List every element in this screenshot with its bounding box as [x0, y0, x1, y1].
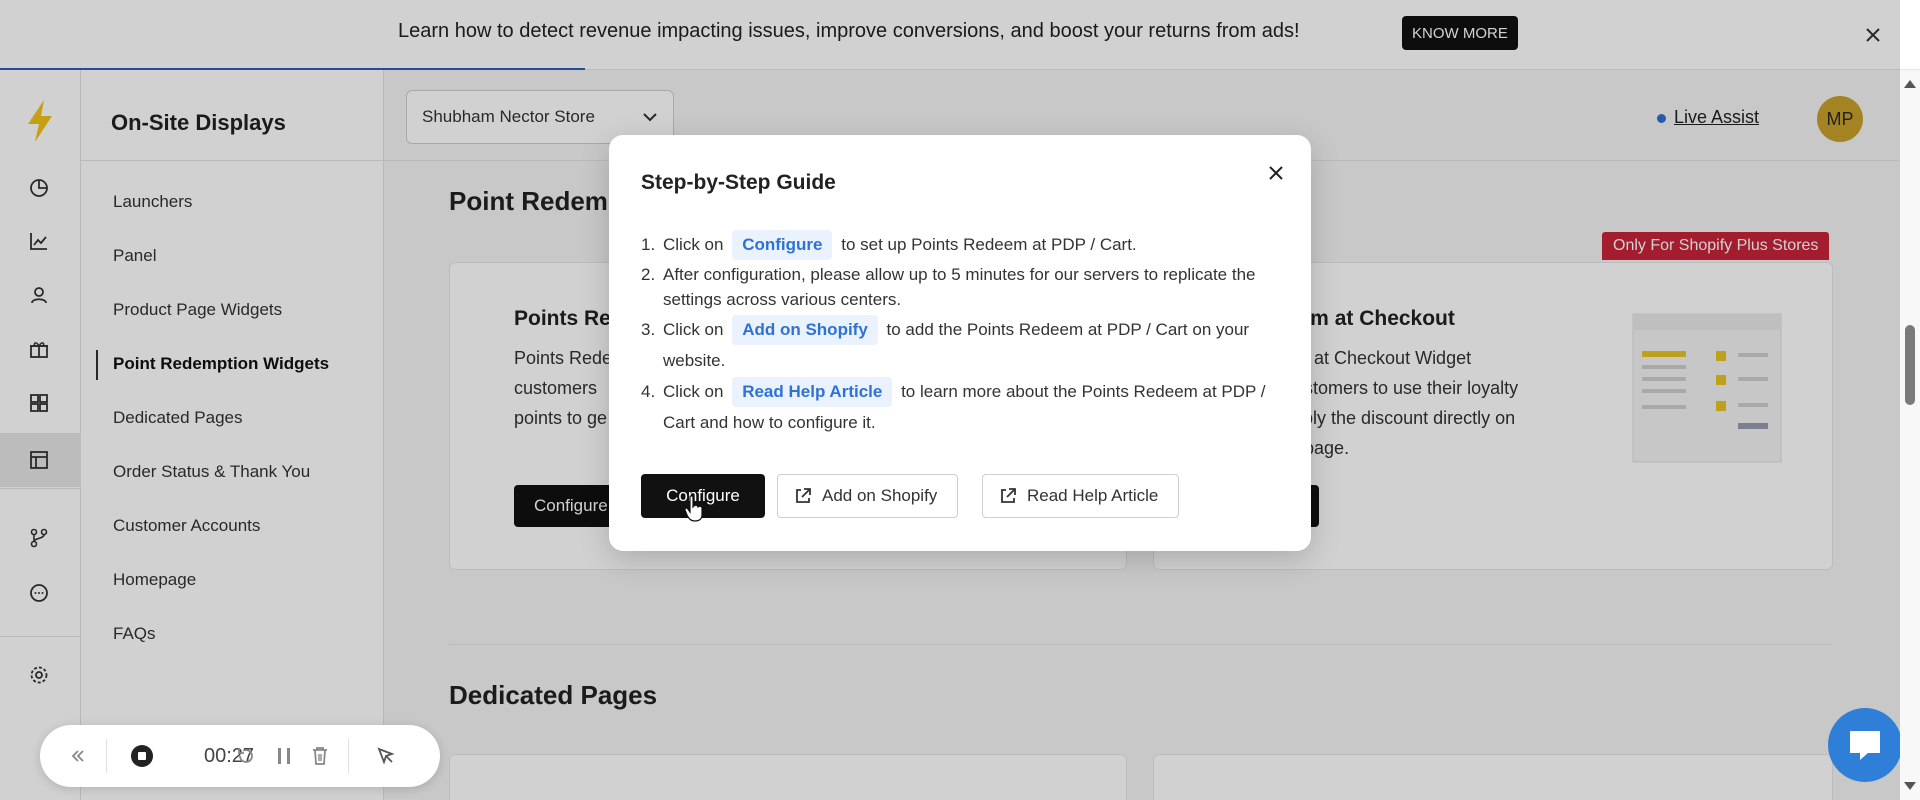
- step-number: 1.: [641, 235, 656, 254]
- page-scrollbar[interactable]: [1900, 70, 1920, 800]
- pointer-icon[interactable]: [374, 744, 398, 768]
- recorder-divider: [106, 739, 107, 773]
- configure-chip[interactable]: Configure: [732, 230, 833, 260]
- guide-steps: 1. Click on Configure to set up Points R…: [641, 229, 1281, 438]
- step-text: Click on: [663, 235, 724, 254]
- step-number: 3.: [641, 320, 656, 339]
- screen-recorder-bar: 00:27: [40, 725, 440, 787]
- pause-icon[interactable]: [272, 744, 296, 768]
- read-help-article-chip[interactable]: Read Help Article: [732, 377, 893, 407]
- add-on-shopify-chip[interactable]: Add on Shopify: [732, 315, 878, 345]
- guide-step: 2. After configuration, please allow up …: [641, 262, 1281, 312]
- restart-icon[interactable]: [234, 744, 258, 768]
- guide-step: 4. Click on Read Help Article to learn m…: [641, 376, 1281, 438]
- button-label: Read Help Article: [1027, 486, 1159, 505]
- add-on-shopify-button[interactable]: Add on Shopify: [777, 474, 959, 518]
- button-label: Add on Shopify: [822, 486, 938, 505]
- collapse-icon[interactable]: [66, 744, 90, 768]
- step-by-step-guide-modal: Step-by-Step Guide 1. Click on Configure…: [609, 135, 1311, 551]
- hand-cursor-icon: [684, 495, 703, 522]
- scroll-down-arrow[interactable]: [1904, 782, 1916, 790]
- delete-icon[interactable]: [308, 744, 332, 768]
- chat-bubble-icon: [1850, 731, 1880, 760]
- scroll-up-arrow[interactable]: [1904, 80, 1916, 88]
- close-icon[interactable]: [1264, 161, 1288, 185]
- scroll-thumb[interactable]: [1905, 325, 1915, 405]
- step-text: Click on: [663, 382, 724, 401]
- step-text: After configuration, please allow up to …: [663, 265, 1256, 309]
- guide-step: 1. Click on Configure to set up Points R…: [641, 229, 1281, 260]
- guide-step: 3. Click on Add on Shopify to add the Po…: [641, 314, 1281, 376]
- recorder-divider: [348, 739, 349, 773]
- step-number: 4.: [641, 382, 656, 401]
- step-text: Click on: [663, 320, 724, 339]
- read-help-article-button[interactable]: Read Help Article: [982, 474, 1180, 518]
- step-text: to set up Points Redeem at PDP / Cart.: [841, 235, 1137, 254]
- step-number: 2.: [641, 265, 656, 284]
- stop-record-icon[interactable]: [130, 744, 154, 768]
- chat-launcher-button[interactable]: [1828, 708, 1902, 782]
- modal-title: Step-by-Step Guide: [641, 171, 836, 194]
- external-link-icon: [1001, 488, 1016, 503]
- external-link-icon: [796, 488, 811, 503]
